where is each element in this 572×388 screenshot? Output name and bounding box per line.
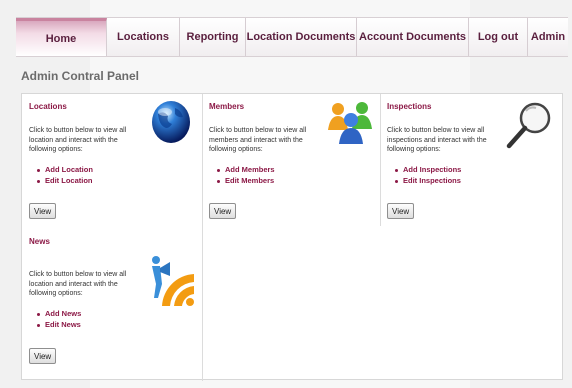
globe-icon: [152, 101, 190, 143]
option-list: Add Location Edit Location: [37, 164, 93, 186]
link-label: Add Members: [225, 165, 275, 174]
section-description: Click to button below to view all locati…: [29, 271, 127, 297]
link-label: Add News: [45, 309, 82, 318]
section-title: Members: [209, 102, 245, 111]
bullet-icon: [217, 179, 220, 183]
inspections-section: Inspections Click to button below to vie…: [380, 94, 564, 226]
magnifier-icon: [506, 102, 551, 149]
edit-inspections-link[interactable]: Edit Inspections: [395, 175, 461, 186]
section-description: Click to button below to view all inspec…: [387, 127, 487, 153]
section-description: Click to button below to view all locati…: [29, 127, 127, 153]
section-description: Click to button below to view all member…: [209, 127, 307, 153]
bullet-icon: [37, 168, 40, 172]
view-news-button[interactable]: View: [29, 348, 57, 364]
link-label: Edit Location: [45, 176, 93, 185]
members-section: Members Click to button below to view al…: [202, 94, 380, 226]
add-inspections-link[interactable]: Add Inspections: [395, 164, 461, 175]
page-title: Admin Contral Panel: [21, 69, 140, 83]
add-location-link[interactable]: Add Location: [37, 164, 93, 175]
news-feed-icon: [152, 256, 194, 306]
nav-log-out[interactable]: Log out: [469, 18, 528, 56]
bullet-icon: [37, 179, 40, 183]
locations-section: Locations Click to button below to view …: [22, 94, 202, 226]
edit-members-link[interactable]: Edit Members: [217, 175, 275, 186]
nav-home[interactable]: Home: [16, 18, 107, 56]
nav-admin[interactable]: Admin: [528, 18, 568, 56]
admin-panel: Locations Click to button below to view …: [21, 93, 564, 381]
section-title: News: [29, 237, 50, 246]
nav-account-documents[interactable]: Account Documents: [357, 18, 469, 56]
add-members-link[interactable]: Add Members: [217, 164, 275, 175]
nav-locations[interactable]: Locations: [107, 18, 180, 56]
link-label: Add Inspections: [403, 165, 462, 174]
edit-location-link[interactable]: Edit Location: [37, 175, 93, 186]
people-icon: [328, 102, 372, 144]
nav-reporting[interactable]: Reporting: [180, 18, 246, 56]
link-label: Edit News: [45, 320, 81, 329]
edit-news-link[interactable]: Edit News: [37, 319, 81, 330]
option-list: Add Inspections Edit Inspections: [395, 164, 461, 186]
main-nav: Home Locations Reporting Location Docume…: [16, 17, 568, 57]
option-list: Add Members Edit Members: [217, 164, 275, 186]
view-inspections-button[interactable]: View: [387, 203, 415, 219]
view-members-button[interactable]: View: [209, 203, 237, 219]
view-locations-button[interactable]: View: [29, 203, 57, 219]
bullet-icon: [395, 179, 398, 183]
bullet-icon: [37, 323, 40, 327]
section-title: Inspections: [387, 102, 432, 111]
link-label: Edit Members: [225, 176, 275, 185]
option-list: Add News Edit News: [37, 308, 81, 330]
news-section: News Click to button below to view all l…: [22, 226, 202, 381]
bullet-icon: [395, 168, 398, 172]
bullet-icon: [37, 312, 40, 316]
nav-location-documents[interactable]: Location Documents: [246, 18, 357, 56]
add-news-link[interactable]: Add News: [37, 308, 81, 319]
section-title: Locations: [29, 102, 67, 111]
link-label: Edit Inspections: [403, 176, 461, 185]
bullet-icon: [217, 168, 220, 172]
link-label: Add Location: [45, 165, 93, 174]
